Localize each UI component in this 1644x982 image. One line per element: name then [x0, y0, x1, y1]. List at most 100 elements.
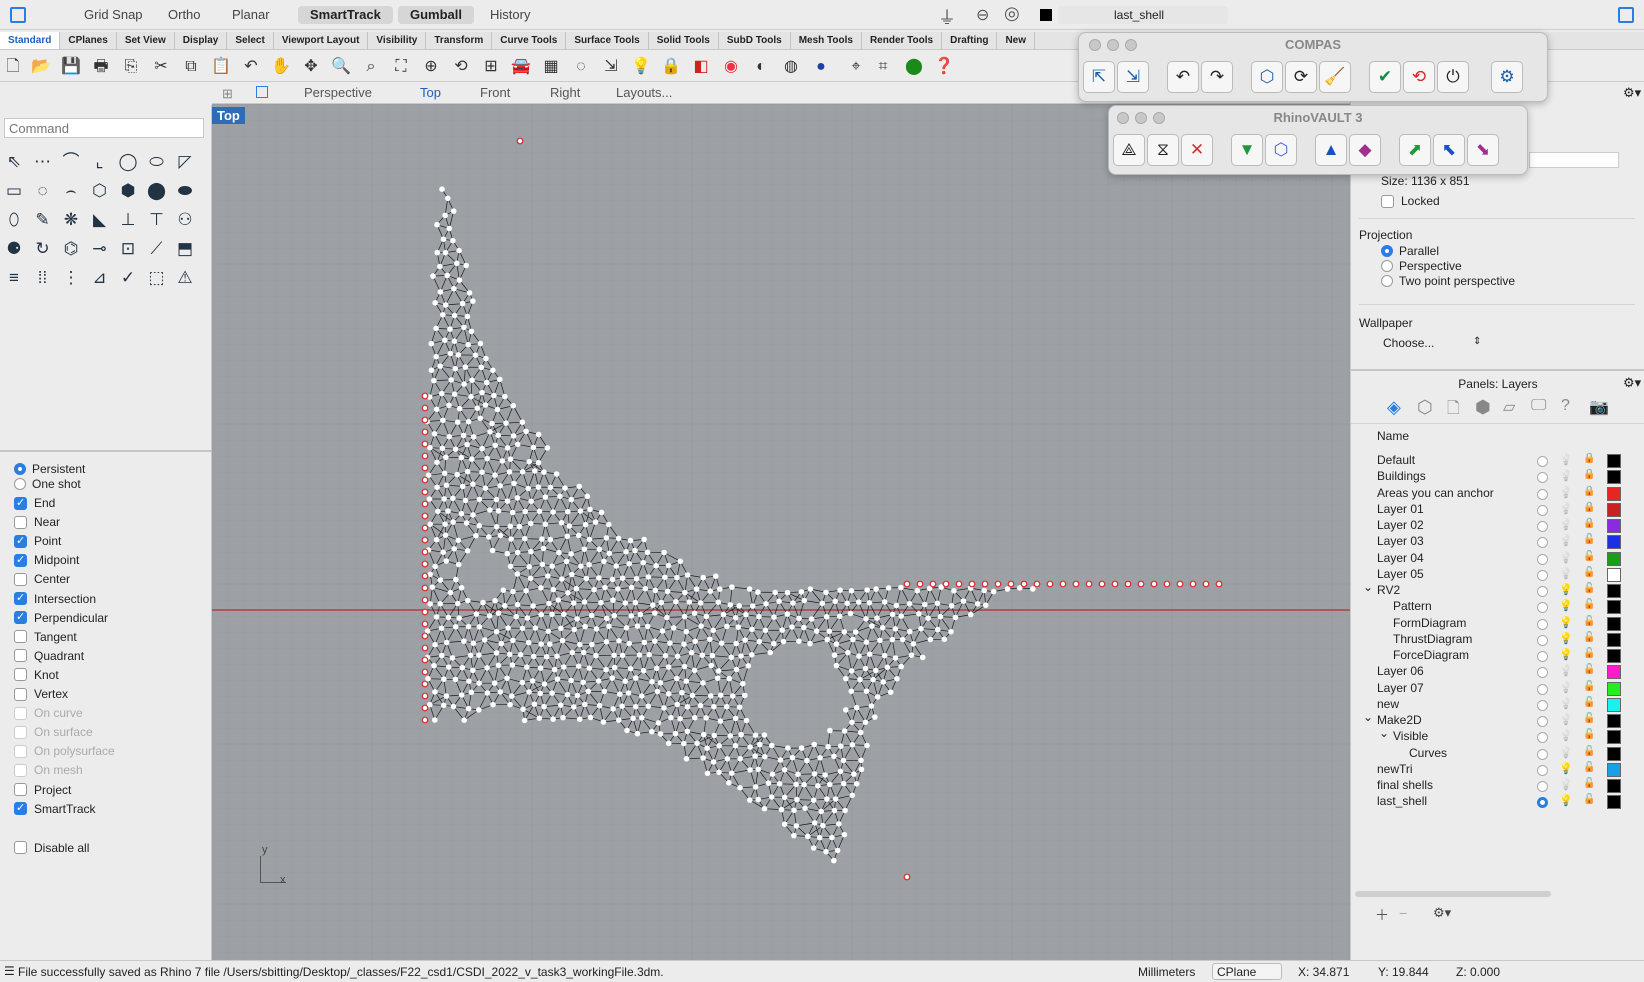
- units-label[interactable]: Millimeters: [1138, 965, 1195, 979]
- mesh-vertex[interactable]: [732, 742, 739, 749]
- mesh-vertex[interactable]: [478, 364, 485, 371]
- mesh-vertex[interactable]: [726, 780, 732, 786]
- mesh-vertex[interactable]: [820, 822, 826, 829]
- mesh-vertex[interactable]: [565, 590, 571, 596]
- mesh-vertex[interactable]: [832, 598, 838, 605]
- curve-tool-icon[interactable]: ⌞: [88, 150, 112, 174]
- mesh-vertex[interactable]: [674, 653, 681, 660]
- lock-icon[interactable]: 🔓: [1583, 746, 1595, 757]
- mesh-vertex[interactable]: [456, 247, 462, 254]
- boundary-icon[interactable]: ⧖: [1147, 134, 1179, 166]
- mesh-vertex[interactable]: [514, 441, 521, 448]
- mesh-vertex[interactable]: [906, 600, 913, 607]
- mesh-vertex[interactable]: [581, 546, 588, 552]
- mesh-vertex[interactable]: [826, 628, 833, 635]
- mesh-vertex[interactable]: [545, 573, 551, 579]
- mesh-vertex[interactable]: [834, 847, 841, 854]
- mesh-vertex[interactable]: [592, 519, 599, 525]
- mesh-vertex[interactable]: [691, 667, 698, 674]
- mesh-vertex[interactable]: [824, 796, 830, 802]
- mesh-vertex[interactable]: [816, 834, 823, 841]
- mesh-vertex[interactable]: [700, 755, 706, 761]
- support-vertex[interactable]: [421, 392, 429, 400]
- mesh-vertex[interactable]: [761, 732, 768, 738]
- projection-parallel[interactable]: Parallel: [1381, 244, 1439, 258]
- support-vertex[interactable]: [1098, 580, 1106, 588]
- mesh-vertex[interactable]: [622, 678, 628, 684]
- mesh-vertex[interactable]: [499, 458, 506, 464]
- mesh-vertex[interactable]: [823, 848, 829, 855]
- current-layer-radio[interactable]: [1537, 797, 1548, 809]
- mesh-vertex[interactable]: [514, 571, 521, 577]
- mesh-vertex[interactable]: [477, 340, 484, 347]
- mesh-vertex[interactable]: [892, 626, 899, 632]
- mesh-vertex[interactable]: [833, 641, 840, 647]
- cylinder-tool-icon[interactable]: ⬬: [173, 179, 197, 203]
- mesh-vertex[interactable]: [718, 640, 725, 646]
- mesh-vertex[interactable]: [557, 493, 563, 500]
- mesh-vertex[interactable]: [798, 745, 805, 751]
- mesh-vertex[interactable]: [730, 693, 736, 699]
- panel-options-icon[interactable]: ⚙▾: [1623, 375, 1641, 391]
- mesh-vertex[interactable]: [541, 469, 547, 475]
- mesh-vertex[interactable]: [810, 797, 817, 803]
- mesh-vertex[interactable]: [427, 601, 433, 607]
- mesh-vertex[interactable]: [811, 741, 817, 748]
- mesh-vertex[interactable]: [454, 260, 460, 267]
- mesh-vertex[interactable]: [670, 625, 677, 631]
- layer-color-swatch[interactable]: [1607, 746, 1621, 761]
- mesh-vertex[interactable]: [491, 680, 498, 686]
- layers-tab-icon[interactable]: ◈: [1387, 397, 1401, 418]
- mesh-vertex[interactable]: [450, 519, 456, 525]
- grasshopper-icon[interactable]: ⬤: [903, 56, 925, 78]
- mesh-vertex[interactable]: [852, 629, 859, 635]
- mesh-vertex[interactable]: [807, 640, 813, 647]
- mesh-vertex[interactable]: [507, 456, 514, 462]
- mesh-vertex[interactable]: [866, 651, 873, 657]
- mesh-vertex[interactable]: [510, 588, 516, 595]
- layer-color-swatch[interactable]: [1607, 519, 1621, 533]
- mesh-vertex[interactable]: [813, 628, 820, 634]
- mesh-vertex[interactable]: [720, 611, 727, 618]
- tab-right[interactable]: Right: [550, 85, 580, 100]
- mesh-vertex[interactable]: [439, 445, 446, 452]
- mesh-vertex[interactable]: [990, 588, 997, 595]
- mesh-vertex[interactable]: [441, 470, 448, 477]
- mesh-vertex[interactable]: [793, 781, 799, 788]
- right-panel-toggle-icon[interactable]: [1618, 7, 1634, 23]
- join-tool-icon[interactable]: ⚇: [173, 208, 197, 232]
- mesh-vertex[interactable]: [479, 469, 485, 476]
- tab-surface-tools[interactable]: Surface Tools: [566, 32, 649, 49]
- mesh-vertex[interactable]: [658, 599, 665, 606]
- tab-front[interactable]: Front: [480, 85, 510, 100]
- lock-icon[interactable]: 🔓: [1583, 729, 1595, 740]
- mesh-vertex[interactable]: [519, 679, 526, 686]
- mesh-vertex[interactable]: [682, 589, 688, 596]
- lock-icon[interactable]: 🔓: [1583, 567, 1595, 578]
- mesh-vertex[interactable]: [526, 563, 532, 570]
- mesh-vertex[interactable]: [781, 794, 788, 801]
- mesh-vertex[interactable]: [771, 614, 777, 620]
- mesh-vertex[interactable]: [653, 562, 659, 569]
- supports-icon[interactable]: ✕: [1181, 134, 1213, 166]
- mesh-vertex[interactable]: [429, 584, 436, 590]
- mesh-vertex[interactable]: [869, 623, 875, 629]
- support-vertex[interactable]: [1176, 580, 1184, 588]
- mesh-vertex[interactable]: [442, 249, 449, 256]
- layer-color-swatch[interactable]: [1607, 795, 1621, 810]
- tab-drafting[interactable]: Drafting: [942, 32, 998, 49]
- open-session-icon[interactable]: ⇱: [1083, 61, 1115, 93]
- mesh-vertex[interactable]: [684, 572, 691, 578]
- mesh-vertex[interactable]: [677, 558, 684, 565]
- visibility-bulb-icon[interactable]: 💡: [1559, 551, 1573, 564]
- mesh-vertex[interactable]: [465, 623, 472, 630]
- wallpaper-select[interactable]: Choose... ⇕: [1383, 336, 1483, 350]
- mesh-vertex[interactable]: [510, 402, 516, 409]
- mesh-vertex[interactable]: [482, 485, 489, 492]
- mesh-vertex[interactable]: [747, 767, 753, 773]
- mesh-vertex[interactable]: [509, 693, 515, 699]
- add-layer-icon[interactable]: ＋: [1375, 905, 1389, 925]
- mesh-vertex[interactable]: [752, 732, 759, 738]
- mesh-vertex[interactable]: [438, 625, 445, 631]
- mesh-vertex[interactable]: [473, 611, 480, 617]
